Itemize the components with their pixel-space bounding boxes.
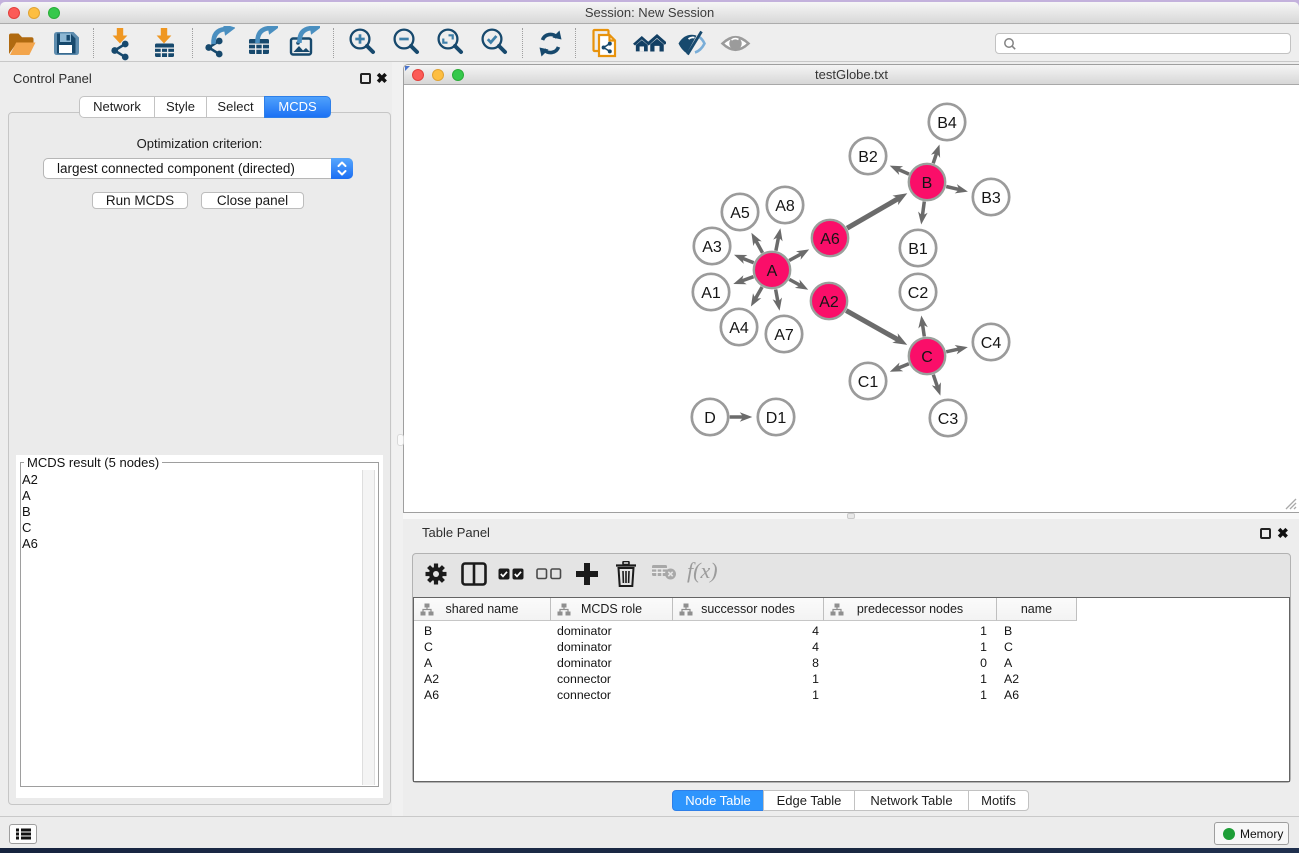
svg-text:C1: C1 bbox=[858, 374, 879, 391]
svg-text:A1: A1 bbox=[701, 285, 721, 302]
svg-text:C2: C2 bbox=[908, 285, 929, 302]
svg-text:D: D bbox=[704, 410, 716, 427]
svg-text:A: A bbox=[767, 263, 778, 280]
svg-text:B1: B1 bbox=[908, 241, 928, 258]
svg-text:B4: B4 bbox=[937, 115, 957, 132]
svg-text:B: B bbox=[922, 175, 933, 192]
svg-text:B2: B2 bbox=[858, 149, 878, 166]
svg-text:C4: C4 bbox=[981, 335, 1002, 352]
svg-text:A4: A4 bbox=[729, 320, 749, 337]
svg-text:B3: B3 bbox=[981, 190, 1001, 207]
svg-text:C: C bbox=[921, 349, 933, 366]
svg-text:A5: A5 bbox=[730, 205, 750, 222]
svg-text:C3: C3 bbox=[938, 411, 959, 428]
svg-text:A7: A7 bbox=[774, 327, 794, 344]
svg-text:D1: D1 bbox=[766, 410, 787, 427]
svg-text:A2: A2 bbox=[819, 294, 839, 311]
svg-text:A3: A3 bbox=[702, 239, 722, 256]
svg-text:A8: A8 bbox=[775, 198, 795, 215]
svg-text:A6: A6 bbox=[820, 231, 840, 248]
